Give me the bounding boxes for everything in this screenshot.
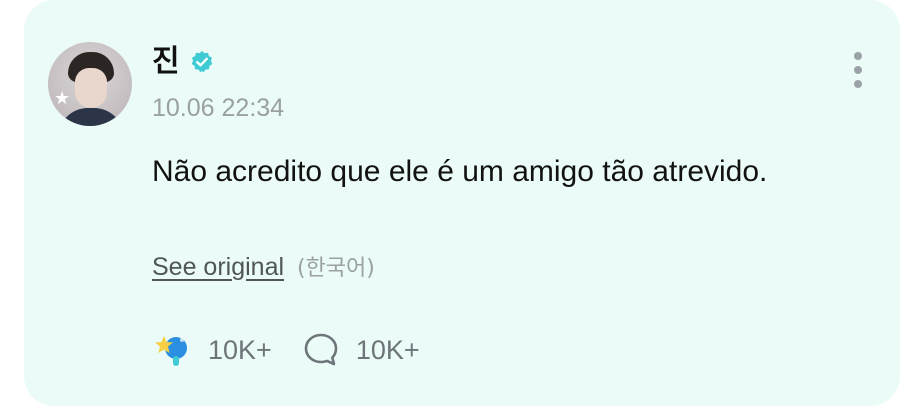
post-message: Não acredito que ele é um amigo tão atre… <box>152 155 768 188</box>
reaction-bar: 10K+ 10K+ <box>152 330 420 370</box>
verified-badge-icon <box>191 51 213 73</box>
avatar-shoulders <box>58 108 124 126</box>
like-button[interactable]: 10K+ <box>152 330 272 370</box>
menu-dot <box>854 66 862 74</box>
more-options-icon[interactable] <box>850 52 866 92</box>
author-avatar[interactable]: ★ <box>48 42 132 126</box>
menu-dot <box>854 80 862 88</box>
speech-bubble-icon <box>304 333 338 366</box>
menu-dot <box>854 52 862 60</box>
star-badge-icon: ★ <box>54 88 71 109</box>
comment-button[interactable]: 10K+ <box>302 331 420 369</box>
see-original-link[interactable]: See original <box>152 253 284 281</box>
post-card: ★ 진 10.06 22:34 Não acredito que ele é u… <box>24 0 900 406</box>
post-timestamp: 10.06 22:34 <box>152 94 285 122</box>
translation-row: See original (한국어) <box>152 252 375 284</box>
original-language-label: (한국어) <box>296 256 375 281</box>
avatar-face <box>75 68 107 108</box>
star-cheer-icon <box>155 336 187 366</box>
like-count: 10K+ <box>208 334 272 365</box>
author-name[interactable]: 진 <box>152 42 180 82</box>
comment-count: 10K+ <box>355 334 420 365</box>
